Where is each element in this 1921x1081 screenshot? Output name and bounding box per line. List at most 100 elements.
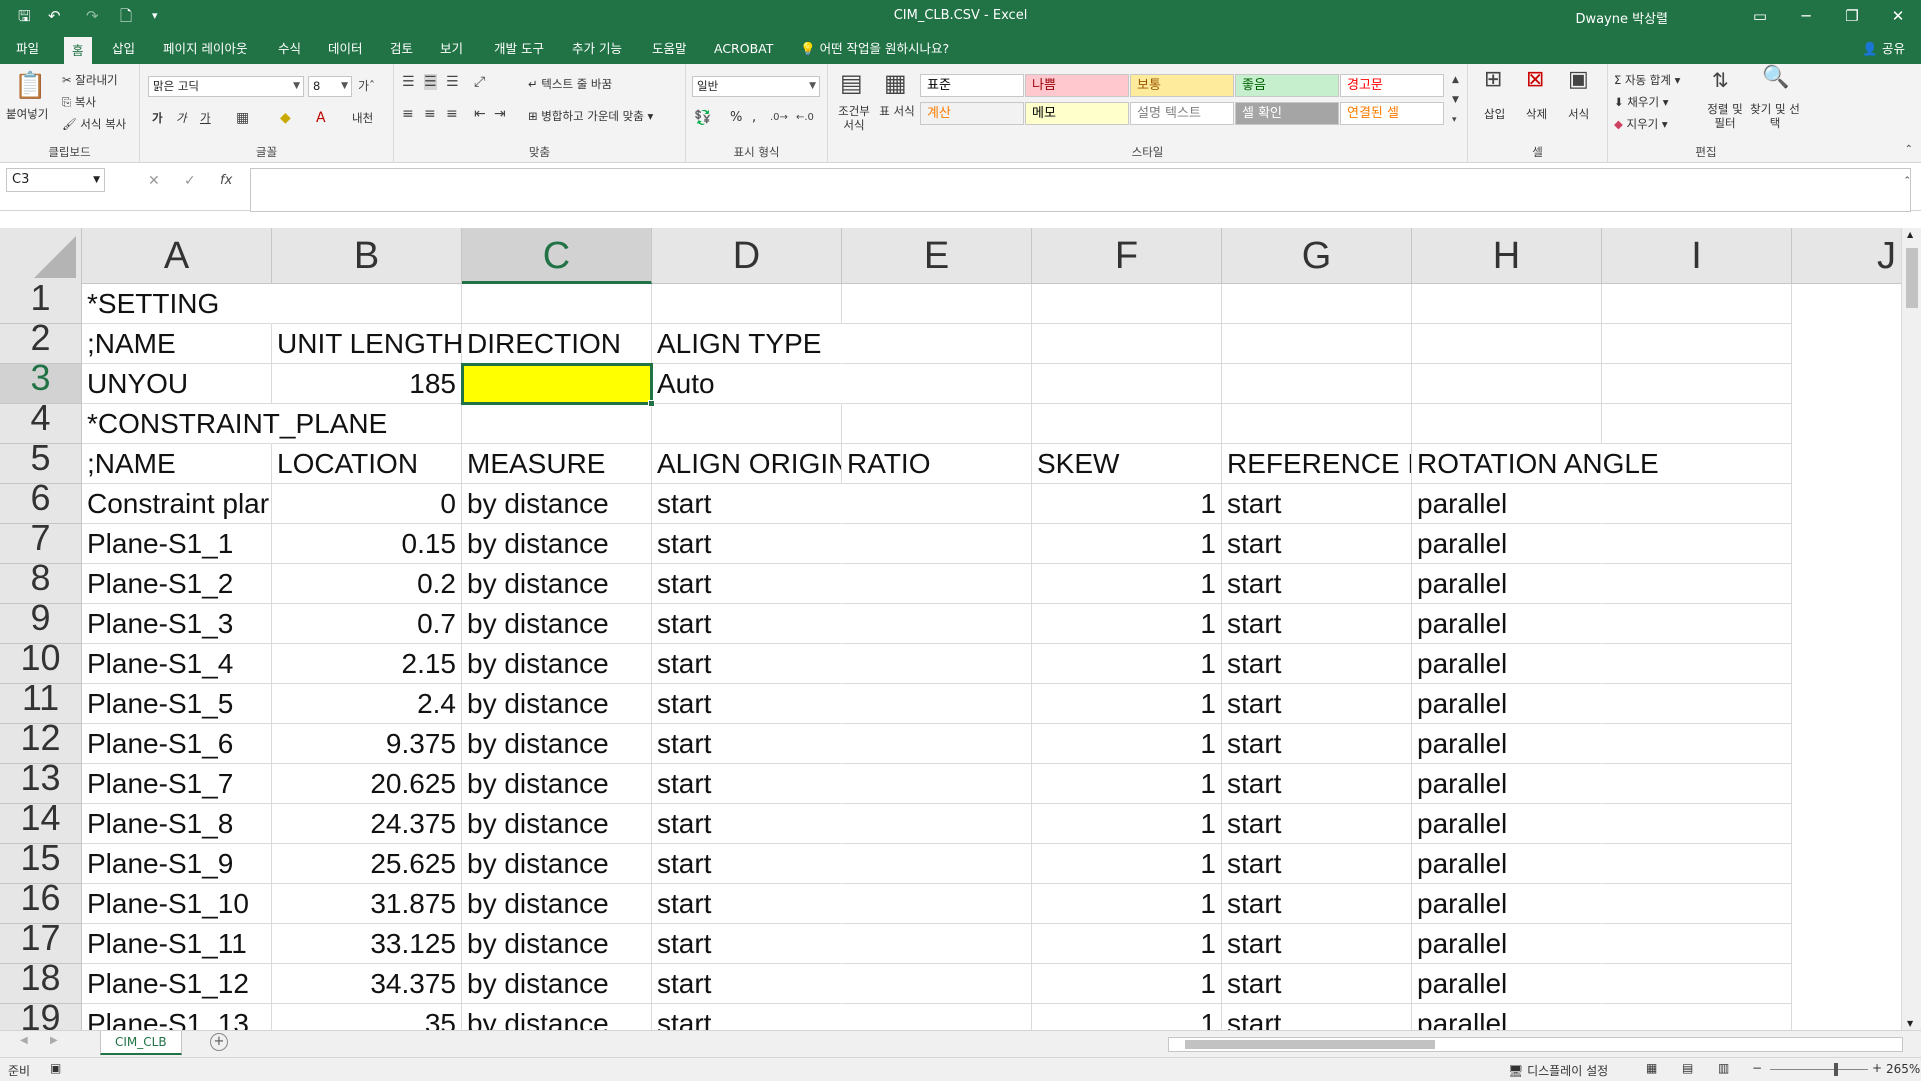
underline-button[interactable]: 가 xyxy=(200,110,211,126)
vertical-scroll-thumb[interactable] xyxy=(1906,248,1918,308)
cell-c8[interactable]: by distance xyxy=(462,564,652,604)
tab-page-layout[interactable]: 페이지 레이아웃 xyxy=(155,33,255,64)
conditional-format-button[interactable]: 조건부 서식 xyxy=(834,104,874,132)
cell-d13[interactable]: start xyxy=(652,764,842,804)
page-layout-view-icon[interactable]: ▤ xyxy=(1682,1061,1693,1075)
cell-e4[interactable] xyxy=(842,404,1032,444)
cell-g5[interactable]: REFERENCE PC xyxy=(1222,444,1412,484)
copy-button[interactable]: ⎘ 복사 xyxy=(62,94,96,110)
sort-filter-button[interactable]: 정렬 및 필터 xyxy=(1702,102,1748,130)
cell-h7[interactable]: parallel xyxy=(1412,524,1602,564)
tab-add-ins[interactable]: 추가 기능 xyxy=(564,33,630,64)
cell-g13[interactable]: start xyxy=(1222,764,1412,804)
cell-g19[interactable]: start xyxy=(1222,1004,1412,1030)
cell-d18[interactable]: start xyxy=(652,964,842,1004)
cell-c5[interactable]: MEASURE xyxy=(462,444,652,484)
cell-f14[interactable]: 1 xyxy=(1032,804,1222,844)
scroll-down-icon[interactable]: ▼ xyxy=(1907,1019,1913,1028)
tab-insert[interactable]: 삽입 xyxy=(104,33,143,64)
cell-i19[interactable] xyxy=(1602,1004,1792,1030)
cell-i18[interactable] xyxy=(1602,964,1792,1004)
cell-c6[interactable]: by distance xyxy=(462,484,652,524)
delete-cells-button[interactable]: 삭제 xyxy=(1526,106,1547,122)
cell-h4[interactable] xyxy=(1412,404,1602,444)
cell-c16[interactable]: by distance xyxy=(462,884,652,924)
row-header-9[interactable]: 9 xyxy=(0,604,82,644)
bold-button[interactable]: 가 xyxy=(152,110,163,126)
align-right-icon[interactable]: ≡ xyxy=(446,106,458,122)
cell-e11[interactable] xyxy=(842,684,1032,724)
active-cell[interactable] xyxy=(461,363,653,405)
align-top-icon[interactable]: ☰ xyxy=(402,74,415,90)
column-header-a[interactable]: A xyxy=(82,228,272,284)
cell-g11[interactable]: start xyxy=(1222,684,1412,724)
grow-font-icon[interactable]: 가ˆ xyxy=(358,78,375,94)
cell-h11[interactable]: parallel xyxy=(1412,684,1602,724)
vertical-scrollbar[interactable]: ▲ ▼ xyxy=(1901,228,1921,1030)
cell-g14[interactable]: start xyxy=(1222,804,1412,844)
cell-f8[interactable]: 1 xyxy=(1032,564,1222,604)
cell-f18[interactable]: 1 xyxy=(1032,964,1222,1004)
cell-a7[interactable]: Plane-S1_1 xyxy=(82,524,272,564)
cell-h13[interactable]: parallel xyxy=(1412,764,1602,804)
gallery-scroll-down-icon[interactable]: ▼ xyxy=(1452,92,1459,108)
user-name[interactable]: Dwayne 박상렬 xyxy=(1575,8,1668,27)
cell-b9[interactable]: 0.7 xyxy=(272,604,462,644)
cell-e17[interactable] xyxy=(842,924,1032,964)
cell-b12[interactable]: 9.375 xyxy=(272,724,462,764)
row-header-3[interactable]: 3 xyxy=(0,364,82,404)
minimize-button[interactable]: ─ xyxy=(1783,0,1829,33)
cell-g8[interactable]: start xyxy=(1222,564,1412,604)
cell-h2[interactable] xyxy=(1412,324,1602,364)
cell-e9[interactable] xyxy=(842,604,1032,644)
cell-e18[interactable] xyxy=(842,964,1032,1004)
cell-style-6[interactable]: 메모 xyxy=(1025,102,1129,125)
cell-f2[interactable] xyxy=(1032,324,1222,364)
cell-d15[interactable]: start xyxy=(652,844,842,884)
cell-i17[interactable] xyxy=(1602,924,1792,964)
cell-h1[interactable] xyxy=(1412,284,1602,324)
row-header-4[interactable]: 4 xyxy=(0,404,82,444)
column-header-g[interactable]: G xyxy=(1222,228,1412,284)
display-settings-button[interactable]: 🖥 디스플레이 설정 xyxy=(1508,1062,1608,1079)
decrease-decimal-icon[interactable]: ←.0 xyxy=(796,110,814,126)
tab-view[interactable]: 보기 xyxy=(432,33,471,64)
cell-h16[interactable]: parallel xyxy=(1412,884,1602,924)
cell-g15[interactable]: start xyxy=(1222,844,1412,884)
tab-home[interactable]: 홈 xyxy=(64,37,92,64)
cell-d10[interactable]: start xyxy=(652,644,842,684)
align-center-icon[interactable]: ≡ xyxy=(424,106,436,122)
cell-e10[interactable] xyxy=(842,644,1032,684)
cell-i14[interactable] xyxy=(1602,804,1792,844)
cell-b3[interactable]: 185 xyxy=(272,364,462,404)
cell-d9[interactable]: start xyxy=(652,604,842,644)
tab-file[interactable]: 파일 xyxy=(8,33,47,64)
cell-d6[interactable]: start xyxy=(652,484,842,524)
row-header-18[interactable]: 18 xyxy=(0,964,82,1004)
cell-b2[interactable]: UNIT LENGTH xyxy=(272,324,462,364)
cell-g12[interactable]: start xyxy=(1222,724,1412,764)
zoom-slider-thumb[interactable] xyxy=(1834,1063,1838,1076)
orientation-icon[interactable]: ⤢ xyxy=(474,74,485,90)
cell-d19[interactable]: start xyxy=(652,1004,842,1030)
cell-b13[interactable]: 20.625 xyxy=(272,764,462,804)
tab-review[interactable]: 검토 xyxy=(382,33,421,64)
font-color-icon[interactable]: A xyxy=(316,110,326,126)
row-header-14[interactable]: 14 xyxy=(0,804,82,844)
cell-g10[interactable]: start xyxy=(1222,644,1412,684)
tab-developer[interactable]: 개발 도구 xyxy=(486,33,552,64)
cell-f11[interactable]: 1 xyxy=(1032,684,1222,724)
clear-button[interactable]: ◆ 지우기 ▾ xyxy=(1614,116,1668,132)
cell-f17[interactable]: 1 xyxy=(1032,924,1222,964)
cell-style-9[interactable]: 연결된 셀 xyxy=(1340,102,1444,125)
row-header-16[interactable]: 16 xyxy=(0,884,82,924)
cell-a14[interactable]: Plane-S1_8 xyxy=(82,804,272,844)
cell-c7[interactable]: by distance xyxy=(462,524,652,564)
cell-a15[interactable]: Plane-S1_9 xyxy=(82,844,272,884)
cell-d14[interactable]: start xyxy=(652,804,842,844)
cell-e1[interactable] xyxy=(842,284,1032,324)
cell-style-1[interactable]: 나쁨 xyxy=(1025,74,1129,97)
cell-a17[interactable]: Plane-S1_11 xyxy=(82,924,272,964)
cell-b18[interactable]: 34.375 xyxy=(272,964,462,1004)
cell-i1[interactable] xyxy=(1602,284,1792,324)
